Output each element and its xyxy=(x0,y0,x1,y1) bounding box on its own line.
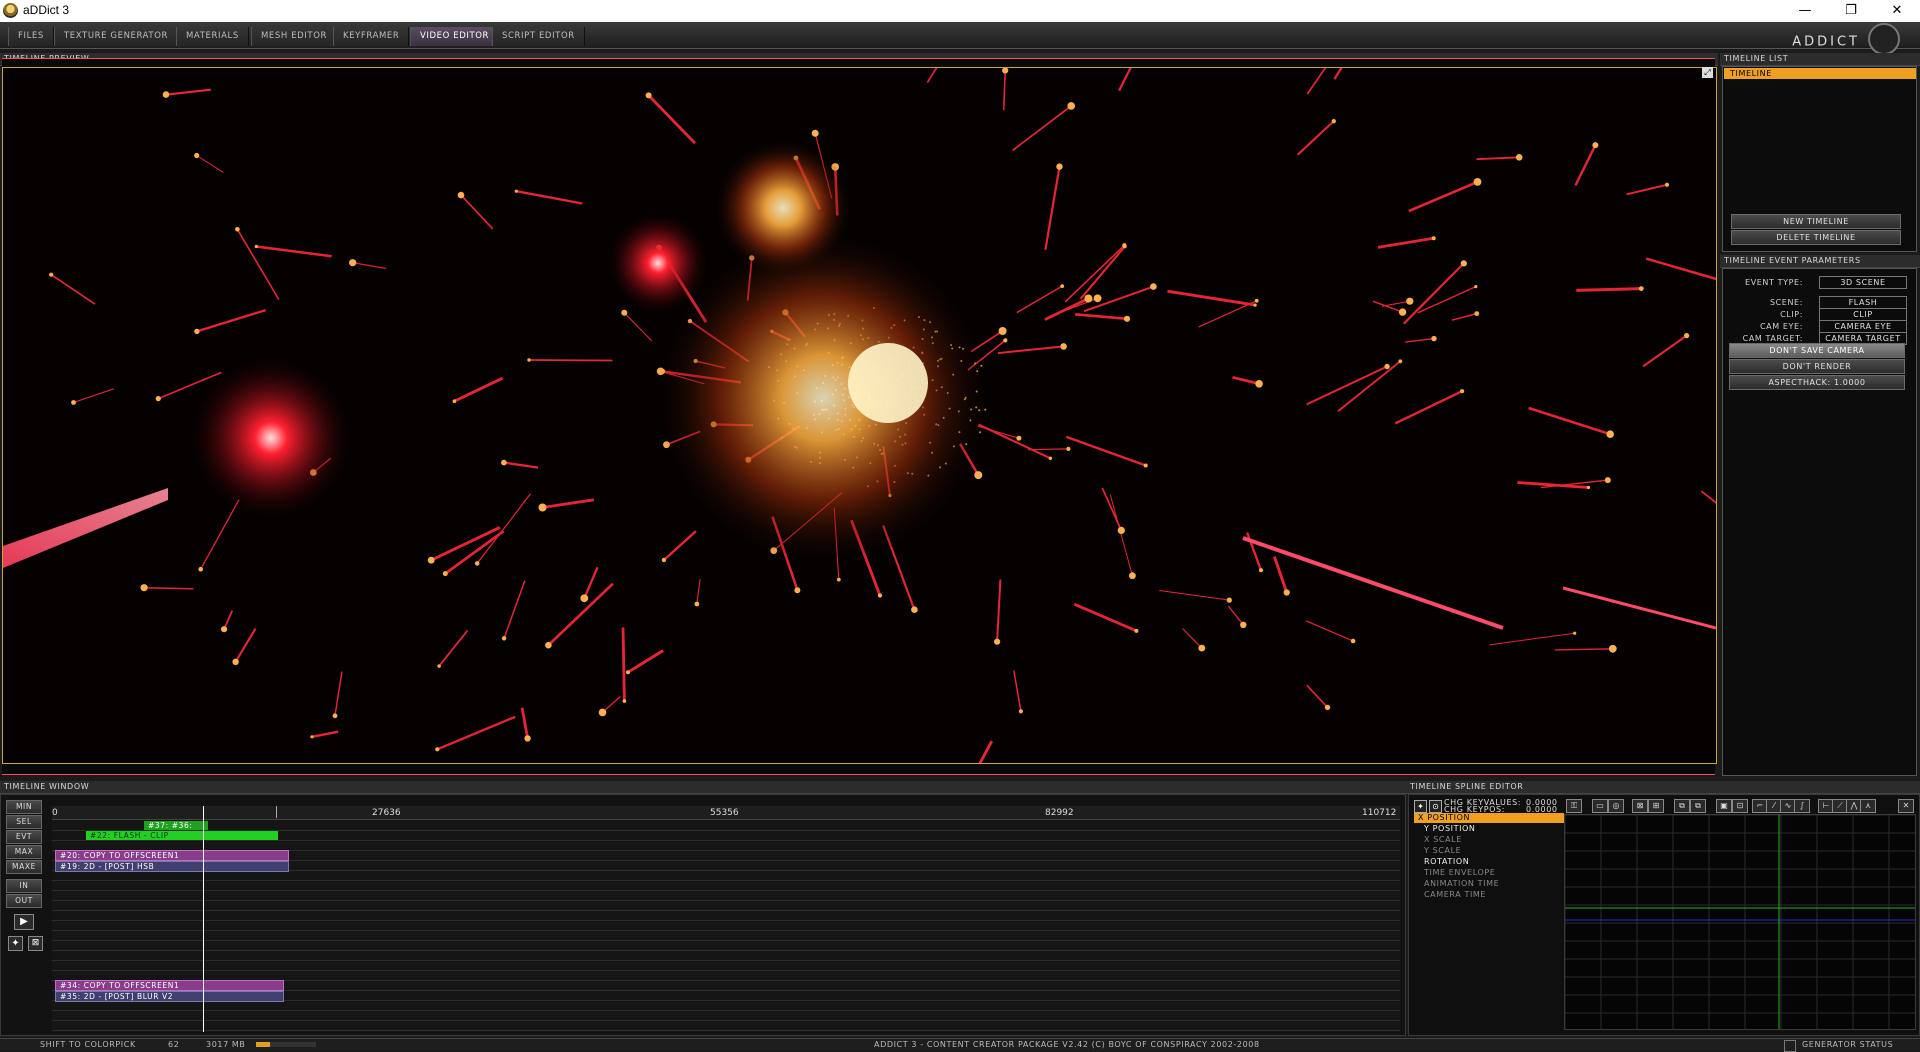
timeline-list-box: TIMELINE NEW TIMELINE DELETE TIMELINE xyxy=(1722,66,1917,252)
channel-rotation[interactable]: ROTATION xyxy=(1420,857,1564,867)
memory-readout: 3017 MB xyxy=(206,1040,246,1049)
close-button[interactable]: ✕ xyxy=(1874,0,1920,22)
out-button[interactable]: OUT xyxy=(6,894,42,908)
preview-bottom-strip xyxy=(2,764,1715,775)
channel-time-envelope[interactable]: TIME ENVELOPE xyxy=(1420,868,1564,878)
main-tab-bar: FILES TEXTURE GENERATOR MATERIALS MESH E… xyxy=(0,22,1920,55)
tab-texture-generator[interactable]: TEXTURE GENERATOR xyxy=(54,27,179,46)
remove-key-icon[interactable]: ⊙ xyxy=(1429,800,1442,813)
ruler-label: 110712 xyxy=(1362,808,1397,818)
channel-y-scale[interactable]: Y SCALE xyxy=(1420,846,1564,856)
key-icon[interactable]: ⚿ xyxy=(1566,799,1582,813)
channel-x-scale[interactable]: X SCALE xyxy=(1420,835,1564,845)
new-timeline-button[interactable]: NEW TIMELINE xyxy=(1731,214,1901,229)
channel-animation-time[interactable]: ANIMATION TIME xyxy=(1420,879,1564,889)
tab-files[interactable]: FILES xyxy=(8,27,54,46)
window-title: aDDict 3 xyxy=(23,3,70,17)
preview-viewport[interactable] xyxy=(2,67,1717,764)
generator-status: GENERATOR STATUS xyxy=(1802,1040,1894,1049)
brand-text: ADDICT xyxy=(1792,34,1860,50)
cam-eye-label: CAM EYE: xyxy=(1760,322,1803,331)
timeline-track xyxy=(52,1020,1400,1031)
delete-event-icon[interactable]: ⊠ xyxy=(28,936,43,951)
snap-icon[interactable]: ⊠ xyxy=(1632,799,1648,813)
maximize-icon[interactable]: ⤢ xyxy=(1702,67,1713,78)
dont-save-camera-button[interactable]: DON'T SAVE CAMERA xyxy=(1729,343,1905,358)
event-params-box: EVENT TYPE: 3D SCENE SCENE: FLASH CLIP: … xyxy=(1722,268,1917,776)
timeline-event[interactable]: #34: COPY TO OFFSCREEN1 xyxy=(55,980,284,991)
status-hint: SHIFT TO COLORPICK xyxy=(40,1040,136,1049)
ruler-label: 27636 xyxy=(372,808,401,818)
memory-bar-fill xyxy=(256,1042,270,1047)
clip-label: CLIP: xyxy=(1780,310,1803,319)
status-bar: SHIFT TO COLORPICK 62 3017 MB ADDICT 3 -… xyxy=(0,1038,1920,1052)
timeline-event[interactable]: #37: #36: xyxy=(144,821,208,830)
tab-keyframer[interactable]: KEYFRAMER xyxy=(333,27,410,46)
in-button[interactable]: IN xyxy=(6,879,42,893)
playhead[interactable] xyxy=(203,806,204,1032)
maxe-button[interactable]: MAXE xyxy=(6,860,42,874)
timeline-event[interactable]: #22: FLASH - CLIP xyxy=(86,831,278,840)
add-event-icon[interactable]: ✦ xyxy=(8,936,23,951)
scene-label: SCENE: xyxy=(1769,298,1803,307)
addict-emblem-icon xyxy=(1868,23,1900,55)
channel-y-position[interactable]: Y POSITION xyxy=(1420,824,1564,834)
window-title-bar: aDDict 3 — ❐ ✕ xyxy=(0,0,1920,22)
memory-bar xyxy=(256,1042,316,1047)
generator-status-indicator xyxy=(1784,1040,1796,1052)
cam-target-label: CAM TARGET: xyxy=(1742,334,1803,343)
minimize-button[interactable]: — xyxy=(1782,0,1828,22)
grid-icon[interactable]: ⊞ xyxy=(1648,799,1664,813)
ruler-label: 82992 xyxy=(1045,808,1074,818)
paste-icon[interactable]: ⧉ xyxy=(1690,799,1706,813)
tangent-auto-icon[interactable]: ⋏ xyxy=(1860,799,1876,813)
app-logo-icon xyxy=(3,3,18,18)
event-params-header: TIMELINE EVENT PARAMETERS xyxy=(1720,255,1920,268)
play-icon[interactable]: ▶ xyxy=(14,914,34,930)
aspect-hack-slider[interactable]: ASPECTHACK: 1.0000 xyxy=(1729,375,1905,390)
evt-button[interactable]: EVT xyxy=(6,830,42,844)
timeline-event[interactable]: #20: COPY TO OFFSCREEN1 xyxy=(55,850,289,861)
tab-script-editor[interactable]: SCRIPT EDITOR xyxy=(492,27,585,46)
rendered-scene xyxy=(3,68,1716,763)
timeline-event[interactable]: #35: 2D - [POST] BLUR V2 xyxy=(55,991,284,1002)
timeline-window-header: TIMELINE WINDOW xyxy=(0,781,1406,794)
sel-button[interactable]: SEL xyxy=(6,815,42,829)
event-type-label: EVENT TYPE: xyxy=(1745,278,1803,287)
min-button[interactable]: MIN xyxy=(6,800,42,814)
fps-readout: 62 xyxy=(168,1040,180,1049)
loop-icon[interactable]: ◎ xyxy=(1608,799,1624,813)
curve-bezier-icon[interactable]: ∫ xyxy=(1794,799,1810,813)
event-type-select[interactable]: 3D SCENE xyxy=(1819,276,1907,289)
timeline-event[interactable]: #19: 2D - [POST] HSB xyxy=(55,861,289,872)
frame-icon[interactable]: ▣ xyxy=(1716,799,1732,813)
timeline-list-item[interactable]: TIMELINE xyxy=(1724,68,1916,79)
copy-icon[interactable]: ⧉ xyxy=(1674,799,1690,813)
ruler-label: 0 xyxy=(52,808,58,818)
timeline-list-header: TIMELINE LIST xyxy=(1720,53,1920,66)
credits-text: ADDICT 3 - CONTENT CREATOR PACKAGE V2.42… xyxy=(874,1040,1260,1049)
ruler-marker xyxy=(276,806,277,818)
delete-timeline-button[interactable]: DELETE TIMELINE xyxy=(1731,230,1901,245)
spline-graph[interactable] xyxy=(1564,814,1916,1030)
tab-video-editor[interactable]: VIDEO EDITOR xyxy=(410,27,500,46)
spline-editor-header: TIMELINE SPLINE EDITOR xyxy=(1406,781,1920,794)
frame-all-icon[interactable]: ⊡ xyxy=(1732,799,1748,813)
tab-mesh-editor[interactable]: MESH EDITOR xyxy=(251,27,338,46)
dont-render-button[interactable]: DON'T RENDER xyxy=(1729,359,1905,374)
channel-x-position[interactable]: X POSITION xyxy=(1414,813,1564,823)
tab-materials[interactable]: MATERIALS xyxy=(176,27,249,46)
max-button[interactable]: MAX xyxy=(6,845,42,859)
channel-camera-time[interactable]: CAMERA TIME xyxy=(1420,890,1564,900)
preview-top-strip xyxy=(2,58,1715,67)
add-key-icon[interactable]: ✦ xyxy=(1414,800,1427,813)
spline-grid xyxy=(1565,815,1915,1029)
view-icon[interactable]: ▭ xyxy=(1592,799,1608,813)
close-curve-icon[interactable]: ✕ xyxy=(1898,799,1914,813)
ruler-label: 55356 xyxy=(710,808,739,818)
restore-button[interactable]: ❐ xyxy=(1828,0,1874,22)
